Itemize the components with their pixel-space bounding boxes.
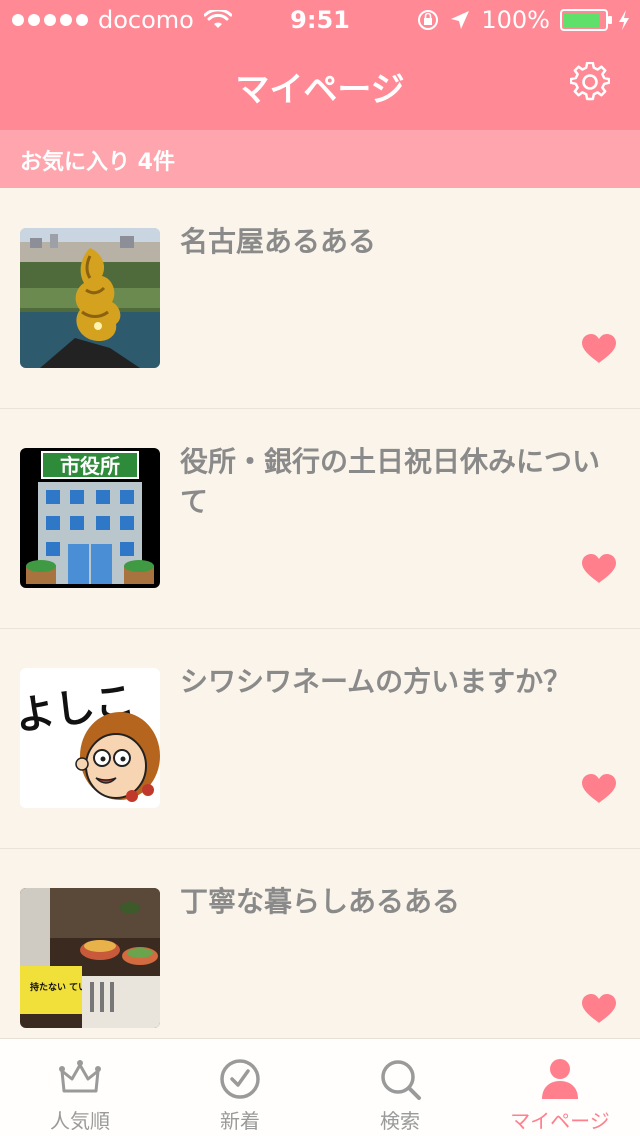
tab-label: 検索 [380, 1109, 420, 1133]
battery-label: 100% [481, 6, 550, 34]
city-hall-sign: 市役所 [60, 454, 120, 478]
list-item[interactable]: よしこ シワシワネームの方いますか？ [0, 628, 640, 849]
list-item[interactable]: 持たない ていねいな 暮らし 丁寧な暮らしあるある [0, 848, 640, 1038]
tab-ranking[interactable]: 人気順 [0, 1039, 160, 1136]
item-title: 丁寧な暮らしあるある [180, 885, 461, 918]
status-right: 100% [417, 6, 630, 34]
favorites-list: 名古屋あるある 市役所 役所・銀行の土日祝日休みについて よしこ シワシワネーム… [0, 188, 640, 1038]
header: docomo 9:51 100% マイページ [0, 0, 640, 130]
battery-icon [560, 9, 612, 31]
favorites-bar: お気に入り 4件 [0, 130, 640, 188]
person-icon [542, 1059, 578, 1099]
page-title: マイページ [235, 70, 405, 110]
heart-icon[interactable] [582, 774, 616, 804]
item-title: シワシワネームの方いますか？ [180, 665, 572, 698]
tab-bar: 人気順 新着 検索 マイページ [0, 1038, 640, 1136]
item-title: 役所・銀行の土日祝日休みについて [180, 445, 601, 518]
item-title: 名古屋あるある [180, 225, 377, 258]
city-hall-image: 市役所 [20, 448, 160, 588]
tab-new[interactable]: 新着 [160, 1039, 320, 1136]
nagoya-castle-image [20, 228, 160, 368]
charging-icon [619, 10, 629, 30]
food-table-image: 持たない ていねいな 暮らし [20, 888, 160, 1028]
list-item[interactable]: 名古屋あるある [0, 188, 640, 409]
status-bar: docomo 9:51 100% [0, 0, 640, 40]
search-icon [381, 1060, 421, 1100]
heart-icon[interactable] [582, 994, 616, 1024]
rotation-lock-icon [418, 10, 439, 30]
tab-label: マイページ [510, 1109, 610, 1133]
crown-icon [59, 1060, 101, 1093]
heart-icon[interactable] [582, 334, 616, 364]
favorites-count: お気に入り 4件 [20, 150, 175, 175]
tab-label: 新着 [220, 1109, 260, 1133]
cartoon-face-image: よしこ [20, 668, 160, 808]
tab-search[interactable]: 検索 [320, 1039, 480, 1136]
battery-fill [564, 13, 600, 27]
tab-mypage[interactable]: マイページ [480, 1039, 640, 1136]
heart-icon[interactable] [582, 554, 616, 584]
gear-icon[interactable] [570, 62, 610, 102]
clock-icon [220, 1059, 260, 1099]
location-icon [451, 11, 470, 29]
tab-label: 人気順 [50, 1109, 110, 1133]
screen: docomo 9:51 100% マイページ お気に入り 4件 名古屋あるある … [0, 0, 640, 1136]
list-item[interactable]: 市役所 役所・銀行の土日祝日休みについて [0, 408, 640, 629]
